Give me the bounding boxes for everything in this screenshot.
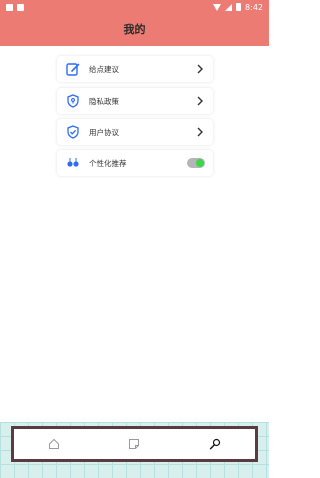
signal-icon	[225, 3, 233, 11]
wifi-icon	[213, 3, 222, 11]
shield-icon	[65, 93, 81, 109]
menu-item-label: 个性化推荐	[89, 158, 127, 168]
menu-item-label: 给点建议	[89, 64, 119, 74]
chevron-right-icon	[195, 96, 205, 106]
personalized-recommendation-toggle[interactable]	[187, 158, 205, 168]
tab-home[interactable]	[42, 432, 66, 456]
header-bar: 8:42 我的	[0, 0, 269, 46]
edit-icon	[65, 61, 81, 77]
shield-check-icon	[65, 124, 81, 140]
chevron-right-icon	[195, 127, 205, 137]
status-left-icons	[6, 3, 24, 11]
page-title: 我的	[123, 23, 146, 36]
battery-icon	[236, 3, 242, 11]
home-icon	[48, 435, 60, 454]
bottom-tab-bar	[11, 426, 258, 462]
search-icon	[209, 435, 221, 454]
toggle-setting-icon	[65, 155, 81, 171]
menu-item-personalized-recommendation: 个性化推荐	[57, 150, 213, 176]
notification-icon	[6, 3, 13, 11]
menu-item-label: 用户协议	[89, 127, 119, 137]
profile-screen: 8:42 我的 给点建议 隐私政策 用户协议 个性化推荐	[0, 0, 269, 478]
status-time: 8:42	[245, 2, 263, 12]
tab-notes[interactable]	[122, 432, 146, 456]
menu-item-label: 隐私政策	[89, 96, 119, 106]
menu-item-feedback[interactable]: 给点建议	[57, 56, 213, 82]
status-bar: 8:42	[0, 0, 269, 14]
toggle-knob	[196, 159, 204, 167]
menu-item-privacy[interactable]: 隐私政策	[57, 88, 213, 114]
menu-item-user-agreement[interactable]: 用户协议	[57, 119, 213, 145]
app-icon	[17, 3, 24, 11]
status-right-icons: 8:42	[213, 3, 263, 12]
chevron-right-icon	[195, 64, 205, 74]
note-icon	[128, 435, 140, 454]
tab-search[interactable]	[203, 432, 227, 456]
